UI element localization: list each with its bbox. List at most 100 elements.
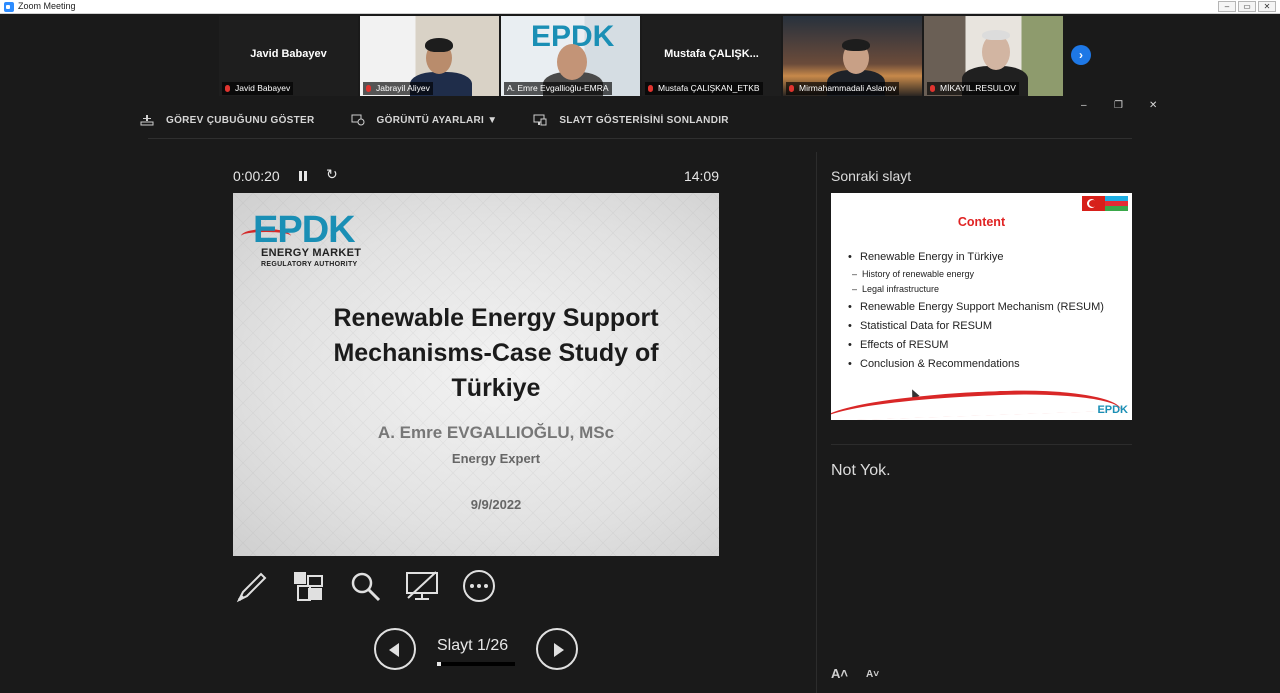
end-slideshow-icon bbox=[533, 114, 547, 126]
participant-tile-active-speaker[interactable]: EPDK A. Emre Evgallioğlu-EMRA bbox=[501, 16, 640, 96]
list-item: Conclusion & Recommendations bbox=[848, 357, 1104, 372]
participant-strip: Javid Babayev Javid Babayev Jabrayil Ali… bbox=[219, 16, 1063, 96]
maximize-button[interactable]: ▭ bbox=[1238, 1, 1256, 12]
slide-date: 9/9/2022 bbox=[470, 497, 522, 512]
participant-center-name: Mustafa ÇALIŞK... bbox=[664, 48, 759, 60]
presenter-toolbar: GÖREV ÇUBUĞUNU GÖSTER GÖRÜNTÜ AYARLARI ▼… bbox=[140, 110, 765, 130]
participant-center-name: Javid Babayev bbox=[250, 48, 327, 60]
slide-title-line: Mechanisms-Case Study of bbox=[333, 339, 659, 367]
timer-row: 0:00:20 ↻ 14:09 bbox=[233, 166, 719, 186]
participant-label: A. Emre Evgallioğlu-EMRA bbox=[504, 82, 612, 95]
close-window-button[interactable]: ✕ bbox=[1258, 1, 1276, 12]
participant-tile[interactable]: Javid Babayev Javid Babayev bbox=[219, 16, 358, 96]
epdk-logo-text: EPDK bbox=[253, 209, 356, 251]
participant-name: Mirmahammadali Aslanov bbox=[799, 83, 897, 93]
previous-slide-button[interactable] bbox=[374, 628, 416, 670]
slide-author: A. Emre EVGALLIOĞLU, MSc bbox=[377, 423, 615, 442]
epdk-logo: EPDK ENERGY MARKET REGULATORY AUTHORITY bbox=[239, 207, 369, 275]
participant-name: MİKAYIL.RESULOV bbox=[940, 83, 1016, 93]
participant-name: Javid Babayev bbox=[235, 83, 291, 93]
slide-role: Energy Expert bbox=[451, 451, 541, 466]
participant-label: MİKAYIL.RESULOV bbox=[927, 82, 1019, 95]
slide-progress-fill bbox=[437, 662, 441, 666]
slide-title: Renewable Energy Support Mechanisms-Case… bbox=[273, 301, 719, 406]
next-slide-button[interactable] bbox=[536, 628, 578, 670]
azerbaijan-flag-icon bbox=[1105, 196, 1128, 211]
logo-line-energy-market: ENERGY MARKET bbox=[261, 247, 362, 259]
participant-tile[interactable]: Mirmahammadali Aslanov bbox=[783, 16, 922, 96]
window-title: Zoom Meeting bbox=[18, 1, 76, 11]
zoom-magnifier-icon[interactable] bbox=[347, 568, 383, 604]
decrease-font-button[interactable]: A˅ bbox=[866, 669, 879, 681]
speaker-notes: Not Yok. bbox=[831, 462, 891, 479]
slide-progress-bar bbox=[437, 662, 515, 666]
next-arrow-icon bbox=[554, 643, 564, 657]
participant-label: Jabrayil Aliyev bbox=[363, 82, 433, 95]
participant-tile[interactable]: Jabrayil Aliyev bbox=[360, 16, 499, 96]
end-slideshow-button[interactable]: SLAYT GÖSTERİSİNİ SONLANDIR bbox=[533, 114, 729, 126]
next-participants-button[interactable]: › bbox=[1071, 45, 1091, 65]
taskbar-icon bbox=[140, 114, 154, 126]
participant-name: Jabrayil Aliyev bbox=[376, 83, 430, 93]
more-options-icon[interactable] bbox=[461, 568, 497, 604]
muted-mic-icon bbox=[225, 85, 230, 92]
zoom-logo-icon bbox=[4, 2, 14, 12]
slide-counter: Slayt 1/26 bbox=[437, 637, 509, 654]
list-subitem: Legal infrastructure bbox=[848, 282, 1104, 297]
logo-line-regulatory: REGULATORY AUTHORITY bbox=[261, 261, 358, 268]
current-time: 14:09 bbox=[683, 168, 719, 184]
show-taskbar-button[interactable]: GÖREV ÇUBUĞUNU GÖSTER bbox=[140, 114, 315, 126]
participant-label: Mirmahammadali Aslanov bbox=[786, 82, 900, 95]
participant-tile[interactable]: Mustafa ÇALIŞK... Mustafa ÇALIŞKAN_ETKB bbox=[642, 16, 781, 96]
muted-mic-icon bbox=[648, 85, 653, 92]
participant-tile[interactable]: MİKAYIL.RESULOV bbox=[924, 16, 1063, 96]
turkey-flag-icon bbox=[1082, 196, 1105, 211]
end-slideshow-label: SLAYT GÖSTERİSİNİ SONLANDIR bbox=[559, 114, 729, 126]
next-slide-bullets: Renewable Energy in Türkiye History of r… bbox=[848, 250, 1104, 376]
list-item: Renewable Energy in Türkiye bbox=[848, 250, 1104, 265]
slide-title-line: Türkiye bbox=[451, 374, 541, 402]
display-settings-label: GÖRÜNTÜ AYARLARI ▼ bbox=[376, 114, 498, 126]
window-titlebar: Zoom Meeting – ▭ ✕ bbox=[0, 0, 1280, 14]
slide-title-line: Renewable Energy Support bbox=[333, 304, 659, 332]
notes-divider bbox=[831, 444, 1132, 445]
display-settings-button[interactable]: GÖRÜNTÜ AYARLARI ▼ bbox=[351, 114, 498, 126]
flags bbox=[1082, 196, 1128, 211]
share-close-button[interactable]: ✕ bbox=[1149, 100, 1157, 111]
next-slide-title: Content bbox=[957, 215, 1006, 229]
font-size-controls: A˄ A˅ bbox=[831, 666, 879, 681]
next-slide-label: Sonraki slayt bbox=[831, 168, 912, 184]
next-slide-panel: Sonraki slayt Content Renewable Energy i… bbox=[816, 152, 1132, 693]
muted-mic-icon bbox=[930, 85, 935, 92]
toolbar-divider bbox=[148, 138, 1132, 139]
participant-label: Javid Babayev bbox=[222, 82, 294, 95]
muted-mic-icon bbox=[789, 85, 794, 92]
list-item: Statistical Data for RESUM bbox=[848, 319, 1104, 334]
show-taskbar-label: GÖREV ÇUBUĞUNU GÖSTER bbox=[166, 114, 315, 126]
participant-name: Mustafa ÇALIŞKAN_ETKB bbox=[658, 83, 760, 93]
minimize-button[interactable]: – bbox=[1218, 1, 1236, 12]
increase-font-button[interactable]: A˄ bbox=[831, 666, 848, 681]
share-minimize-button[interactable]: – bbox=[1081, 100, 1087, 111]
pen-icon[interactable] bbox=[233, 568, 269, 604]
mini-epdk-logo: EPDK bbox=[1097, 404, 1128, 416]
current-slide[interactable]: EPDK ENERGY MARKET REGULATORY AUTHORITY … bbox=[233, 193, 719, 556]
muted-mic-icon bbox=[366, 85, 371, 92]
zoom-app: Javid Babayev Javid Babayev Jabrayil Ali… bbox=[0, 14, 1280, 693]
list-item: Effects of RESUM bbox=[848, 338, 1104, 353]
list-subitem: History of renewable energy bbox=[848, 267, 1104, 282]
elapsed-timer: 0:00:20 bbox=[233, 168, 280, 184]
display-settings-icon bbox=[351, 114, 365, 126]
slide-tools bbox=[233, 568, 518, 604]
pause-timer-icon[interactable] bbox=[299, 171, 307, 181]
share-restore-button[interactable]: ❐ bbox=[1114, 100, 1123, 111]
participant-label: Mustafa ÇALIŞKAN_ETKB bbox=[645, 82, 763, 95]
reset-timer-icon[interactable]: ↻ bbox=[326, 166, 338, 183]
list-item: Renewable Energy Support Mechanism (RESU… bbox=[848, 300, 1104, 315]
next-slide-preview[interactable]: Content Renewable Energy in Türkiye Hist… bbox=[831, 193, 1132, 420]
previous-arrow-icon bbox=[389, 643, 399, 657]
red-swoosh-decoration bbox=[831, 386, 1122, 420]
black-screen-icon[interactable] bbox=[404, 568, 440, 604]
see-all-slides-icon[interactable] bbox=[290, 568, 326, 604]
participant-name: A. Emre Evgallioğlu-EMRA bbox=[507, 83, 609, 93]
